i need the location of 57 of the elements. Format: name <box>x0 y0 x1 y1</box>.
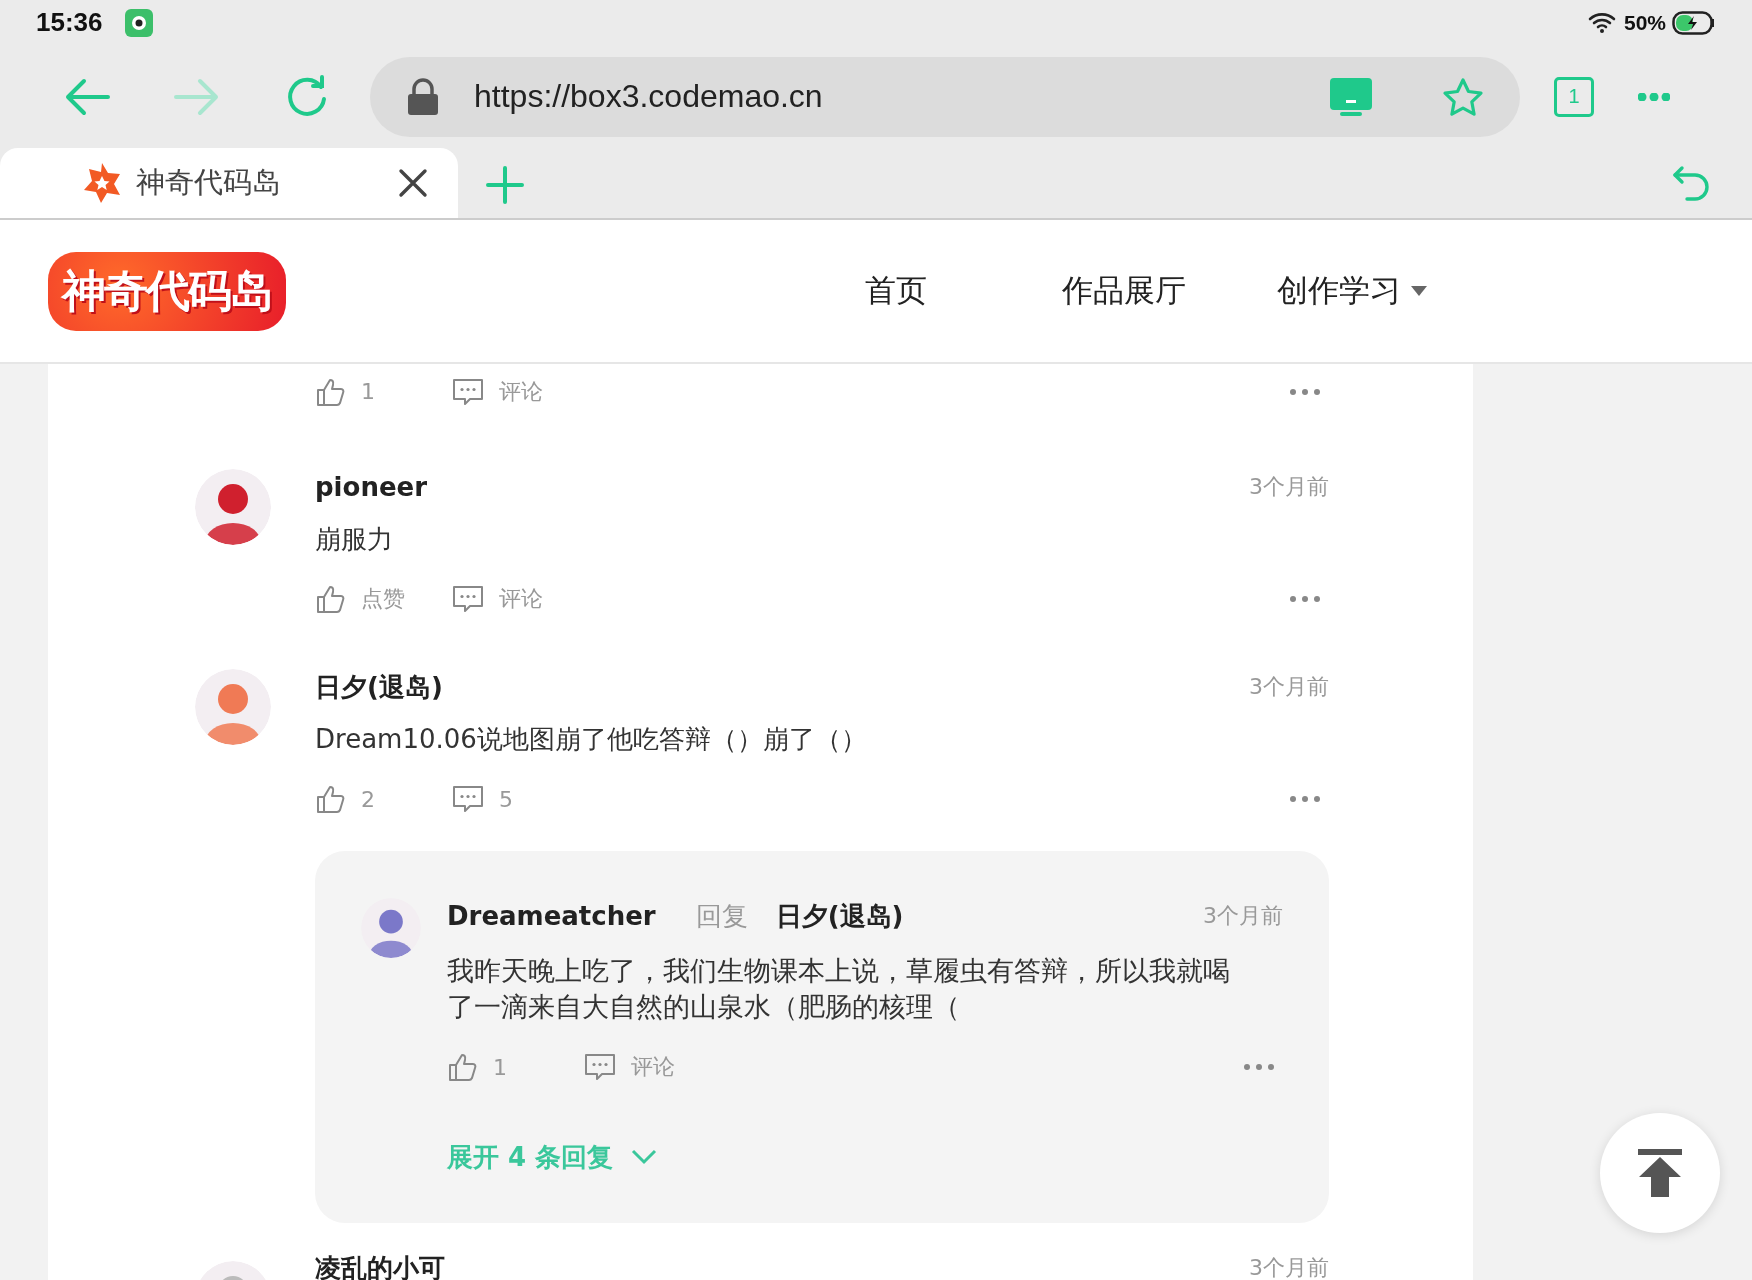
tab-count-button[interactable]: 1 <box>1554 76 1594 117</box>
address-bar[interactable]: https://box3.codemao.cn <box>370 56 1520 137</box>
battery-percent: 50% <box>1623 10 1666 35</box>
site-logo[interactable]: 神奇代码岛 <box>48 251 286 331</box>
username[interactable]: 日夕(退岛) <box>775 898 904 934</box>
nav-link[interactable]: 创作学习 <box>1238 270 1466 312</box>
username[interactable]: 日夕(退岛) <box>315 669 443 705</box>
lock-icon <box>406 77 440 116</box>
browser-tab[interactable]: 神奇代码岛 <box>0 148 458 218</box>
comment-button[interactable]: 5 <box>451 783 513 815</box>
username[interactable]: 凌乱的小可 <box>315 1250 445 1280</box>
monitor-icon[interactable] <box>1330 77 1372 116</box>
more-icon[interactable] <box>1289 387 1321 396</box>
timestamp: 3个月前 <box>1249 473 1329 501</box>
url-text: https://box3.codemao.cn <box>474 78 824 115</box>
expand-replies-button[interactable]: 展开 4 条回复 <box>447 1139 658 1175</box>
wifi-icon <box>1587 10 1618 35</box>
comment-icon <box>451 583 485 615</box>
more-icon[interactable] <box>1243 1063 1275 1071</box>
timestamp: 3个月前 <box>1249 1254 1329 1280</box>
nav-link[interactable]: 作品展厅 <box>1010 270 1238 312</box>
comment-button[interactable]: 评论 <box>451 583 543 615</box>
dropdown-caret-icon <box>1411 286 1427 296</box>
more-icon[interactable] <box>1638 92 1670 101</box>
like-button[interactable]: 1 <box>315 375 451 408</box>
thumbs-up-icon <box>447 1051 479 1083</box>
reply-label: 回复 <box>695 899 748 933</box>
more-icon[interactable] <box>1289 595 1321 603</box>
back-arrow-icon[interactable] <box>64 76 110 117</box>
undo-icon[interactable] <box>1672 164 1712 204</box>
comment-text: Dream10.06说地图崩了他吃答辩（）崩了（） <box>315 723 868 756</box>
username[interactable]: pioneer <box>315 472 427 502</box>
nav-link[interactable]: 首页 <box>782 270 1010 312</box>
like-button[interactable]: 点赞 <box>315 583 451 615</box>
comment-text: 崩服力 <box>315 523 394 556</box>
thumbs-up-icon <box>315 783 347 815</box>
timestamp: 3个月前 <box>1203 902 1283 930</box>
comment-icon <box>583 1051 617 1083</box>
battery-icon <box>1672 10 1716 35</box>
arrow-up-icon <box>1637 1149 1683 1197</box>
username[interactable]: Dreameatcher <box>447 901 656 931</box>
thumbs-up-icon <box>315 583 347 615</box>
like-button[interactable]: 1 <box>447 1051 583 1083</box>
reload-icon[interactable] <box>285 74 329 119</box>
new-tab-icon[interactable] <box>486 166 524 204</box>
comment-button[interactable]: 评论 <box>583 1051 675 1083</box>
bookmark-star-icon[interactable] <box>1442 76 1484 117</box>
app-notification-icon <box>124 8 153 37</box>
timestamp: 3个月前 <box>1249 673 1329 701</box>
comment-button[interactable]: 评论 <box>451 375 543 408</box>
reply-text: 我昨天晚上吃了，我们生物课本上说，草履虫有答辩，所以我就喝了一滴来自大自然的山泉水（肥肠的核理（ <box>447 954 1231 1024</box>
chevron-down-icon <box>631 1149 658 1165</box>
close-icon[interactable] <box>398 168 428 198</box>
status-time: 15:36 <box>36 7 103 38</box>
comment-icon <box>451 783 485 815</box>
more-icon[interactable] <box>1289 795 1321 803</box>
like-button[interactable]: 2 <box>315 783 451 815</box>
